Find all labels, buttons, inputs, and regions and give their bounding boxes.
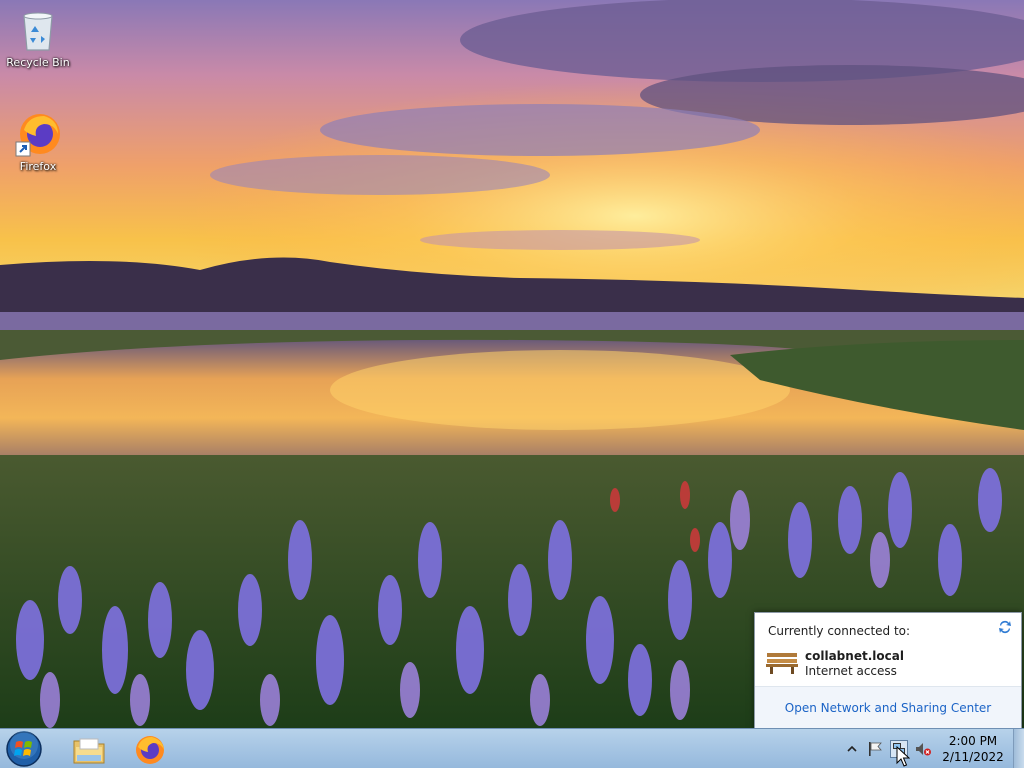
network-bench-icon — [765, 649, 799, 675]
desktop-icon-label: Recycle Bin — [6, 56, 70, 69]
refresh-icon[interactable] — [997, 619, 1013, 635]
taskbar-app-windows-explorer[interactable] — [62, 731, 118, 767]
network-status: Internet access — [805, 664, 897, 678]
flyout-header: Currently connected to: — [768, 624, 911, 638]
desktop-icon-recycle-bin[interactable]: Recycle Bin — [0, 6, 76, 69]
taskbar: 2:00 PM 2/11/2022 — [0, 728, 1024, 768]
start-button[interactable] — [5, 730, 43, 768]
flyout-footer: Open Network and Sharing Center — [755, 686, 1021, 729]
desktop[interactable]: Recycle Bin Firefox Currently connected … — [0, 0, 1024, 768]
recycle-bin-icon — [14, 6, 62, 54]
volume-muted-icon[interactable] — [914, 740, 932, 758]
show-desktop-button[interactable] — [1013, 729, 1024, 768]
taskbar-app-firefox[interactable] — [122, 731, 178, 767]
network-flyout: Currently connected to: collabnet.local … — [754, 612, 1022, 730]
firefox-icon — [134, 734, 166, 768]
taskbar-clock[interactable]: 2:00 PM 2/11/2022 — [938, 733, 1008, 765]
clock-time: 2:00 PM — [948, 734, 998, 748]
desktop-icon-firefox[interactable]: Firefox — [0, 110, 76, 173]
network-name[interactable]: collabnet.local — [805, 649, 904, 663]
clock-date: 2/11/2022 — [942, 750, 1004, 764]
desktop-icon-label: Firefox — [19, 160, 57, 173]
mouse-cursor-icon — [896, 746, 910, 767]
action-center-flag-icon[interactable] — [866, 740, 884, 758]
show-hidden-icons-chevron[interactable] — [843, 740, 861, 758]
firefox-icon — [14, 110, 62, 158]
folder-icon — [72, 735, 106, 768]
open-network-sharing-center-link[interactable]: Open Network and Sharing Center — [785, 701, 991, 715]
